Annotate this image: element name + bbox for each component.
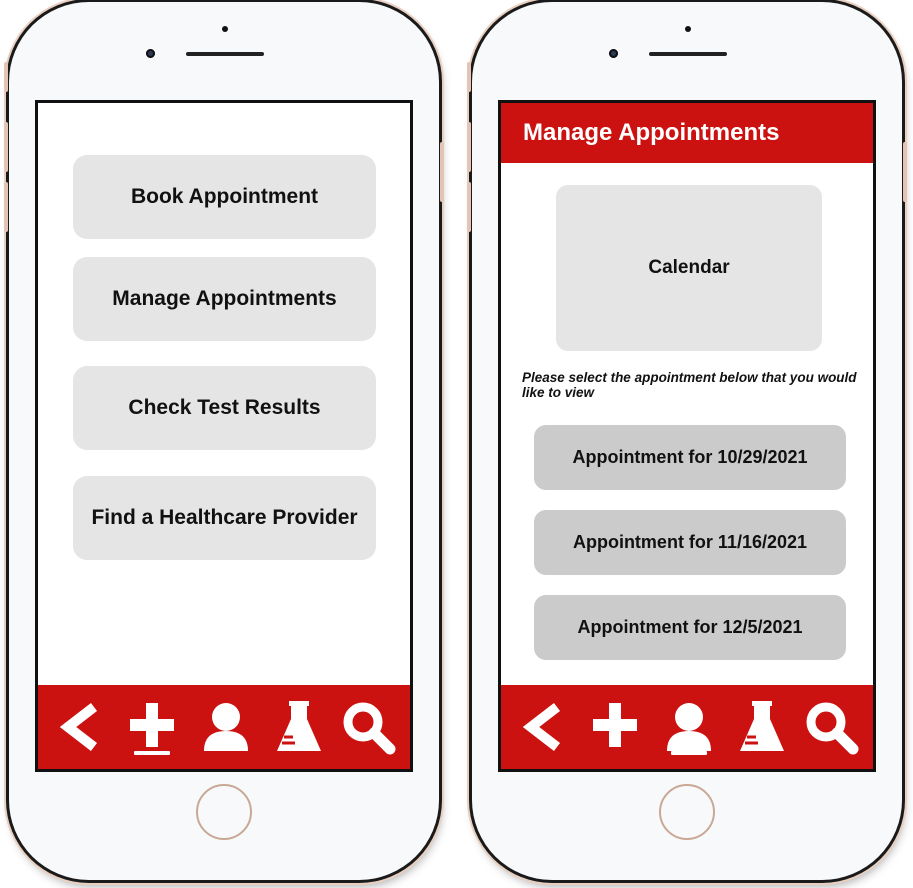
front-camera [146,49,155,58]
plus-icon[interactable] [124,699,180,755]
appointment-button-2[interactable]: Appointment for 11/16/2021 [534,510,846,575]
earpiece-speaker [649,52,727,56]
plus-icon[interactable] [587,699,643,755]
proximity-sensor [222,26,228,32]
search-icon[interactable] [340,699,396,755]
appointment-button-3[interactable]: Appointment for 12/5/2021 [534,595,846,660]
active-nav-indicator [671,751,707,755]
home-button[interactable] [659,784,715,840]
page-title: Manage Appointments [501,103,873,163]
book-appointment-button[interactable]: Book Appointment [73,155,376,239]
phone-right: Manage Appointments Calendar Please sele… [467,2,907,880]
bottom-nav [501,685,873,769]
instruction-text: Please select the appointment below that… [522,370,857,400]
active-nav-indicator [134,751,170,755]
proximity-sensor [685,26,691,32]
manage-appointments-screen: Manage Appointments Calendar Please sele… [498,100,876,772]
mute-switch [4,62,8,92]
appointment-button-1[interactable]: Appointment for 10/29/2021 [534,425,846,490]
back-icon[interactable] [54,699,110,755]
bottom-nav [38,685,410,769]
home-button[interactable] [196,784,252,840]
person-icon[interactable] [198,699,254,755]
volume-up-button [467,122,471,172]
person-icon[interactable] [661,699,717,755]
phone-left: Book Appointment Manage Appointments Che… [4,2,444,880]
find-healthcare-provider-button[interactable]: Find a Healthcare Provider [73,476,376,560]
back-icon[interactable] [517,699,573,755]
mute-switch [467,62,471,92]
power-button [903,142,907,202]
volume-up-button [4,122,8,172]
volume-down-button [467,182,471,232]
check-test-results-button[interactable]: Check Test Results [73,366,376,450]
earpiece-speaker [186,52,264,56]
front-camera [609,49,618,58]
home-screen: Book Appointment Manage Appointments Che… [35,100,413,772]
volume-down-button [4,182,8,232]
power-button [440,142,444,202]
flask-icon[interactable] [271,699,327,755]
flask-icon[interactable] [734,699,790,755]
search-icon[interactable] [803,699,859,755]
manage-appointments-button[interactable]: Manage Appointments [73,257,376,341]
calendar-widget[interactable]: Calendar [556,185,822,351]
